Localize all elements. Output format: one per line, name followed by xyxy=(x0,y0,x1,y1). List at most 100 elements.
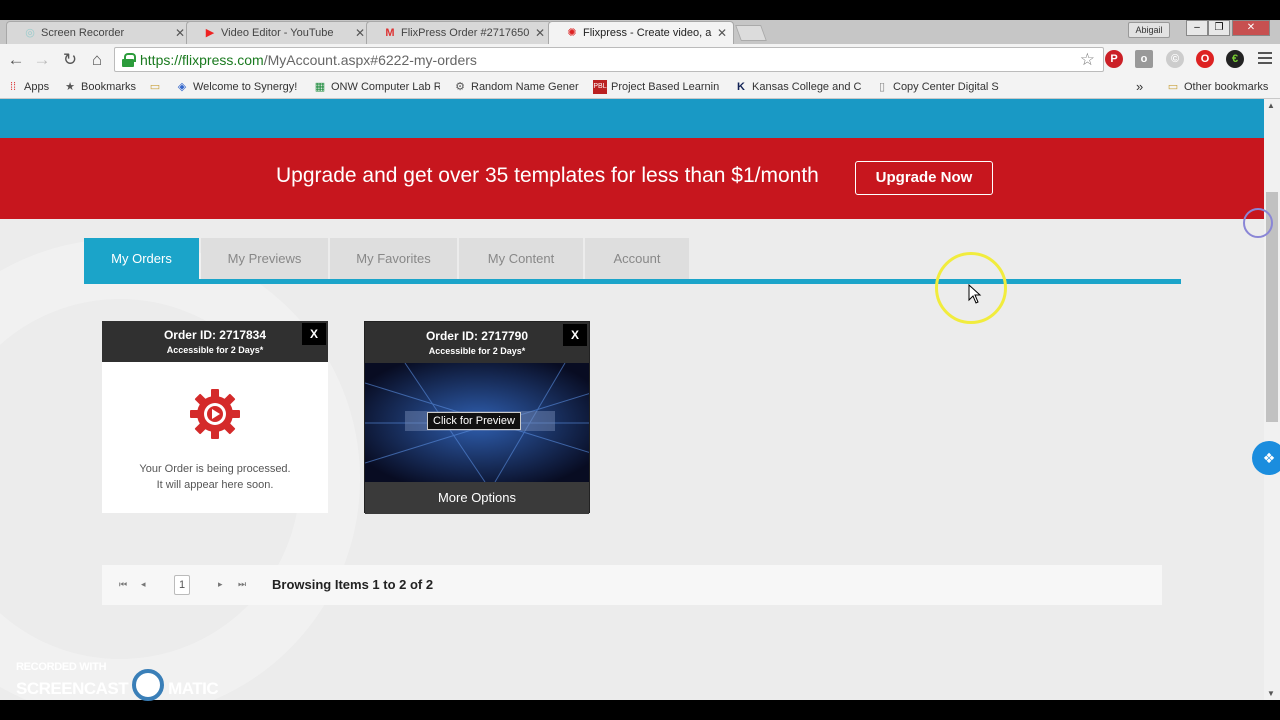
new-tab-button[interactable] xyxy=(735,25,767,41)
close-icon[interactable]: ✕ xyxy=(717,26,727,40)
folder-icon: ▭ xyxy=(149,81,161,93)
folder-icon: ▭ xyxy=(1167,81,1179,93)
order-card: Order ID: 2717790 Accessible for 2 Days*… xyxy=(364,321,590,514)
menu-icon[interactable] xyxy=(1258,52,1272,66)
next-page-icon[interactable]: ▸ xyxy=(218,579,223,590)
tab-title: FlixPress Order #2717650 xyxy=(401,27,530,39)
synergy-icon: ◈ xyxy=(177,81,187,93)
apps-grid-icon: ⁞⁞ xyxy=(9,81,17,93)
processing-gear-icon xyxy=(190,389,240,439)
scroll-up-arrow-icon[interactable]: ▲ xyxy=(1267,101,1275,110)
sheet-icon: ▦ xyxy=(314,81,326,93)
watermark-brand-right: MATIC xyxy=(168,679,219,698)
youtube-icon: ▶ xyxy=(205,27,215,39)
click-for-preview-button[interactable]: Click for Preview xyxy=(427,412,521,430)
browser-tab-flixpress-order[interactable]: M FlixPress Order #2717650 ✕ xyxy=(366,21,552,44)
watermark-brand: SCREENCAST MATIC xyxy=(16,669,219,701)
bookmark-label: Other bookmarks xyxy=(1184,81,1269,93)
evernote-icon[interactable]: € xyxy=(1226,50,1244,68)
processing-message: Your Order is being processed. It will a… xyxy=(102,461,328,493)
previous-page-icon[interactable]: ◂ xyxy=(141,579,146,590)
order-id: Order ID: 2717834 xyxy=(163,328,267,342)
bookmark-label: Random Name Gener xyxy=(471,81,579,93)
bookmark-bookmarks[interactable]: ★ Bookmarks xyxy=(62,78,136,96)
extension-icon[interactable]: o xyxy=(1135,50,1153,68)
close-icon[interactable]: ✕ xyxy=(535,26,545,40)
mouse-cursor-icon xyxy=(968,284,982,304)
pinterest-icon[interactable]: P xyxy=(1105,50,1123,68)
bookmarks-bar: ⁞⁞ Apps ★ Bookmarks ▭ ◈ Welcome to Syner… xyxy=(0,75,1280,99)
other-bookmarks-folder[interactable]: ▭ Other bookmarks xyxy=(1165,78,1277,96)
processing-line-2: It will appear here soon. xyxy=(156,479,274,491)
bookmark-pbl[interactable]: PBL Project Based Learnin xyxy=(592,78,720,96)
more-options-button[interactable]: More Options xyxy=(365,482,589,514)
k-icon: K xyxy=(737,81,745,93)
gmail-icon: M xyxy=(385,27,395,39)
url-text[interactable]: https://flixpress.com/MyAccount.aspx#622… xyxy=(140,52,477,68)
video-thumbnail[interactable]: Click for Preview xyxy=(365,363,589,482)
home-icon[interactable]: ⌂ xyxy=(86,49,108,71)
remove-order-button[interactable]: X xyxy=(302,323,326,345)
tab-account[interactable]: Account xyxy=(585,238,689,281)
tab-my-previews[interactable]: My Previews xyxy=(201,238,328,281)
bookmark-label: Bookmarks xyxy=(81,81,137,93)
upgrade-now-button[interactable]: Upgrade Now xyxy=(855,161,993,195)
order-card-header: Order ID: 2717790 Accessible for 2 Days* xyxy=(365,322,589,363)
forward-arrow-icon[interactable]: → xyxy=(31,49,53,71)
tab-my-favorites[interactable]: My Favorites xyxy=(330,238,457,281)
bookmark-onw-lab[interactable]: ▦ ONW Computer Lab R xyxy=(312,78,440,96)
address-bar[interactable]: https://flixpress.com/MyAccount.aspx#622… xyxy=(114,47,1104,72)
bookmark-synergy[interactable]: ◈ Welcome to Synergy! xyxy=(174,78,306,96)
overlay-circle-icon xyxy=(1243,208,1273,238)
gear-icon: ⚙ xyxy=(455,81,465,93)
first-page-icon[interactable]: ⏮ xyxy=(119,579,127,590)
letterbox-bottom xyxy=(0,700,1280,720)
scroll-down-arrow-icon[interactable]: ▼ xyxy=(1267,689,1275,698)
back-arrow-icon[interactable]: ← xyxy=(5,49,27,71)
screen-recorder-icon: ◎ xyxy=(25,27,35,39)
bookmark-label: Apps xyxy=(24,81,50,93)
profile-button[interactable]: Abigail xyxy=(1128,22,1170,38)
bookmark-star-icon[interactable]: ☆ xyxy=(1080,50,1095,70)
reload-icon[interactable]: ↻ xyxy=(59,49,81,71)
page-icon: ▯ xyxy=(878,81,886,93)
minimize-button[interactable]: – xyxy=(1186,20,1208,36)
maximize-button[interactable]: ❐ xyxy=(1208,20,1230,36)
watermark-recorded-with: RECORDED WITH xyxy=(16,661,107,673)
tab-my-content[interactable]: My Content xyxy=(459,238,583,281)
bookmark-apps[interactable]: ⁞⁞ Apps xyxy=(5,78,49,96)
bookmark-kansas-college[interactable]: K Kansas College and C xyxy=(733,78,863,96)
tab-title: Video Editor - YouTube xyxy=(221,27,334,39)
letterbox-top xyxy=(0,0,1280,20)
browser-tab-flixpress[interactable]: ✺ Flixpress - Create video, a ✕ xyxy=(548,21,734,44)
bookmark-random-name[interactable]: ⚙ Random Name Gener xyxy=(452,78,580,96)
bookmark-folder[interactable]: ▭ xyxy=(147,78,167,96)
order-access-note: Accessible for 2 Days* xyxy=(428,346,526,356)
tab-title: Screen Recorder xyxy=(41,27,125,39)
browser-tab-video-editor[interactable]: ▶ Video Editor - YouTube ✕ xyxy=(186,21,372,44)
order-card-header: Order ID: 2717834 Accessible for 2 Days* xyxy=(102,321,328,362)
tab-underline xyxy=(84,279,1181,284)
dropbox-icon[interactable]: ❖ xyxy=(1252,441,1280,475)
window-close-button[interactable]: ✕ xyxy=(1232,20,1270,36)
tab-my-orders[interactable]: My Orders xyxy=(84,238,199,281)
upgrade-banner: Upgrade and get over 35 templates for le… xyxy=(0,138,1264,219)
screencast-watermark: RECORDED WITH SCREENCAST MATIC xyxy=(16,661,219,701)
opera-icon[interactable]: O xyxy=(1196,50,1214,68)
close-icon[interactable]: ✕ xyxy=(175,26,185,40)
pbl-icon: PBL xyxy=(593,80,607,94)
remove-order-button[interactable]: X xyxy=(563,324,587,346)
close-icon[interactable]: ✕ xyxy=(355,26,365,40)
order-id: Order ID: 2717790 xyxy=(425,329,529,343)
order-card: Order ID: 2717834 Accessible for 2 Days*… xyxy=(102,321,328,513)
tab-title: Flixpress - Create video, a xyxy=(583,27,712,39)
page-number[interactable]: 1 xyxy=(174,575,190,595)
extension-icon[interactable]: © xyxy=(1166,50,1184,68)
url-host: https://flixpress.com xyxy=(140,52,264,68)
page-scrollbar[interactable]: ▲ ▼ xyxy=(1264,99,1280,700)
browser-tab-screen-recorder[interactable]: ◎ Screen Recorder ✕ xyxy=(6,21,192,44)
flixpress-icon: ✺ xyxy=(567,27,577,39)
more-bookmarks-button[interactable]: » xyxy=(1136,78,1156,96)
last-page-icon[interactable]: ⏭ xyxy=(238,579,246,590)
bookmark-copy-center[interactable]: ▯ Copy Center Digital S xyxy=(874,78,1004,96)
